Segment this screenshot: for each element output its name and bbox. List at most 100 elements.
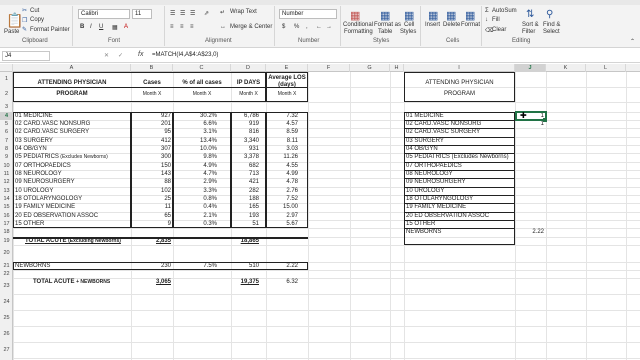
conditional-formatting-icon[interactable]: ▦ bbox=[350, 9, 360, 22]
paste-label[interactable]: Paste bbox=[4, 29, 19, 35]
row-header[interactable]: 23 bbox=[0, 278, 13, 294]
row-header[interactable]: 1 bbox=[0, 72, 13, 87]
find-select-button[interactable]: Find & bbox=[543, 22, 560, 28]
find-select-icon[interactable]: ⚲ bbox=[546, 9, 553, 20]
decrease-decimal-icon[interactable]: → bbox=[326, 24, 332, 30]
align-center-icon[interactable]: ≡ bbox=[180, 24, 184, 30]
column-header[interactable]: H bbox=[390, 64, 404, 72]
row-header[interactable]: 10 bbox=[0, 162, 13, 170]
underline-button[interactable]: U bbox=[99, 24, 103, 30]
align-bottom-icon[interactable]: ☰ bbox=[190, 10, 195, 17]
clear-button[interactable]: Clear bbox=[492, 27, 506, 33]
row-header[interactable]: 16 bbox=[0, 212, 13, 220]
row-header[interactable]: 20 bbox=[0, 245, 13, 262]
format-icon[interactable]: ▦ bbox=[465, 9, 475, 22]
font-size-select[interactable]: 11 bbox=[132, 9, 152, 19]
row-header[interactable]: 11 bbox=[0, 170, 13, 178]
row-header[interactable]: 5 bbox=[0, 120, 13, 128]
percent-icon[interactable]: % bbox=[294, 24, 299, 30]
delete-button[interactable]: Delete bbox=[443, 22, 460, 28]
row-header[interactable]: 22 bbox=[0, 270, 13, 278]
total-newborns-ip-days[interactable]: 19,375 bbox=[233, 278, 259, 286]
sort-filter-icon[interactable]: ⇅ bbox=[526, 9, 534, 20]
fill-icon[interactable]: ↓ bbox=[485, 17, 488, 23]
cell-styles-button[interactable]: Cell bbox=[404, 22, 414, 28]
format-as-table-button[interactable]: Format as bbox=[374, 22, 401, 28]
font-name-select[interactable]: Calibri bbox=[78, 9, 130, 19]
format-button[interactable]: Format bbox=[461, 22, 480, 28]
row-header[interactable]: 17 bbox=[0, 220, 13, 228]
fill-handle[interactable] bbox=[543, 118, 547, 122]
paste-icon[interactable]: 📋 bbox=[6, 12, 23, 29]
row-header[interactable]: 21 bbox=[0, 262, 13, 270]
cut-icon[interactable]: ✂ bbox=[22, 7, 27, 14]
row-header[interactable]: 4 bbox=[0, 112, 13, 120]
wrap-text-icon[interactable]: ↵ bbox=[220, 9, 225, 16]
column-header[interactable]: K bbox=[546, 64, 586, 72]
number-format-select[interactable]: Number bbox=[279, 9, 337, 19]
sort-filter-button[interactable]: Sort & bbox=[522, 22, 539, 28]
row-header[interactable]: 12 bbox=[0, 178, 13, 187]
increase-decimal-icon[interactable]: ← bbox=[316, 24, 322, 30]
autosum-icon[interactable]: Σ bbox=[485, 8, 489, 14]
format-painter-button[interactable]: Format Painter bbox=[30, 27, 70, 33]
column-header[interactable]: A bbox=[13, 64, 131, 72]
insert-icon[interactable]: ▦ bbox=[428, 9, 438, 22]
row-header[interactable]: 6 bbox=[0, 128, 13, 137]
row-header[interactable]: 15 bbox=[0, 203, 13, 212]
merge-center-button[interactable]: Merge & Center bbox=[230, 24, 272, 30]
insert-button[interactable]: Insert bbox=[425, 22, 440, 28]
row-header[interactable]: 3 bbox=[0, 102, 13, 112]
row-header[interactable]: 24 bbox=[0, 294, 13, 310]
insert-function-icon[interactable]: fx bbox=[138, 51, 143, 58]
enter-icon[interactable]: ✓ bbox=[118, 52, 123, 59]
total-newborns-label[interactable]: TOTAL ACUTE + NEWBORNS bbox=[15, 278, 129, 286]
autosum-button[interactable]: AutoSum bbox=[492, 8, 517, 14]
find-select-label2[interactable]: Select bbox=[543, 29, 560, 35]
row-header[interactable]: 19 bbox=[0, 237, 13, 245]
align-top-icon[interactable]: ☰ bbox=[170, 10, 175, 17]
collapse-ribbon-icon[interactable]: ⌃ bbox=[630, 38, 635, 45]
row-header[interactable]: 27 bbox=[0, 342, 13, 358]
copy-icon[interactable]: ❐ bbox=[22, 17, 27, 24]
name-box[interactable]: J4 bbox=[2, 51, 50, 61]
sort-filter-label2[interactable]: Filter bbox=[522, 29, 535, 35]
row-header[interactable]: 25 bbox=[0, 310, 13, 326]
formula-input[interactable]: =MATCH(I4,A$4:A$23,0) bbox=[152, 52, 218, 58]
row-header[interactable]: 18 bbox=[0, 228, 13, 237]
column-header[interactable]: B bbox=[131, 64, 173, 72]
align-left-icon[interactable]: ≡ bbox=[170, 24, 174, 30]
row-header[interactable]: 9 bbox=[0, 153, 13, 162]
row-header[interactable]: 2 bbox=[0, 87, 13, 102]
column-header[interactable]: L bbox=[586, 64, 626, 72]
currency-icon[interactable]: $ bbox=[282, 24, 285, 30]
format-as-table-icon[interactable]: ▦ bbox=[380, 9, 390, 22]
column-header-selected[interactable]: J bbox=[515, 64, 546, 72]
match-result[interactable]: 2.22 bbox=[517, 228, 544, 236]
column-header[interactable]: D bbox=[231, 64, 266, 72]
cell-styles-label2[interactable]: Styles bbox=[400, 29, 416, 35]
border-icon[interactable]: ▦ bbox=[112, 24, 118, 31]
italic-button[interactable]: I bbox=[90, 24, 92, 30]
copy-button[interactable]: Copy bbox=[30, 17, 44, 23]
fill-button[interactable]: Fill bbox=[492, 17, 500, 23]
cell-styles-icon[interactable]: ▦ bbox=[404, 9, 414, 22]
align-right-icon[interactable]: ≡ bbox=[190, 24, 194, 30]
merge-center-icon[interactable]: ↔ bbox=[220, 24, 226, 30]
match-result[interactable]: 1 bbox=[517, 120, 544, 128]
bold-button[interactable]: B bbox=[80, 24, 84, 30]
font-color-icon[interactable]: A bbox=[124, 24, 128, 30]
orientation-icon[interactable]: ⇗ bbox=[204, 10, 209, 17]
row-header[interactable]: 13 bbox=[0, 187, 13, 195]
column-header[interactable]: F bbox=[308, 64, 350, 72]
column-header[interactable]: G bbox=[350, 64, 390, 72]
column-header[interactable]: E bbox=[266, 64, 308, 72]
conditional-formatting-label2[interactable]: Formatting bbox=[344, 29, 373, 35]
row-header[interactable]: 26 bbox=[0, 326, 13, 342]
cancel-icon[interactable]: ✕ bbox=[104, 52, 109, 59]
row-header[interactable]: 7 bbox=[0, 137, 13, 145]
format-as-table-label2[interactable]: Table bbox=[378, 29, 392, 35]
align-middle-icon[interactable]: ☰ bbox=[180, 10, 185, 17]
column-header[interactable]: I bbox=[404, 64, 515, 72]
comma-style-icon[interactable]: , bbox=[306, 24, 308, 30]
